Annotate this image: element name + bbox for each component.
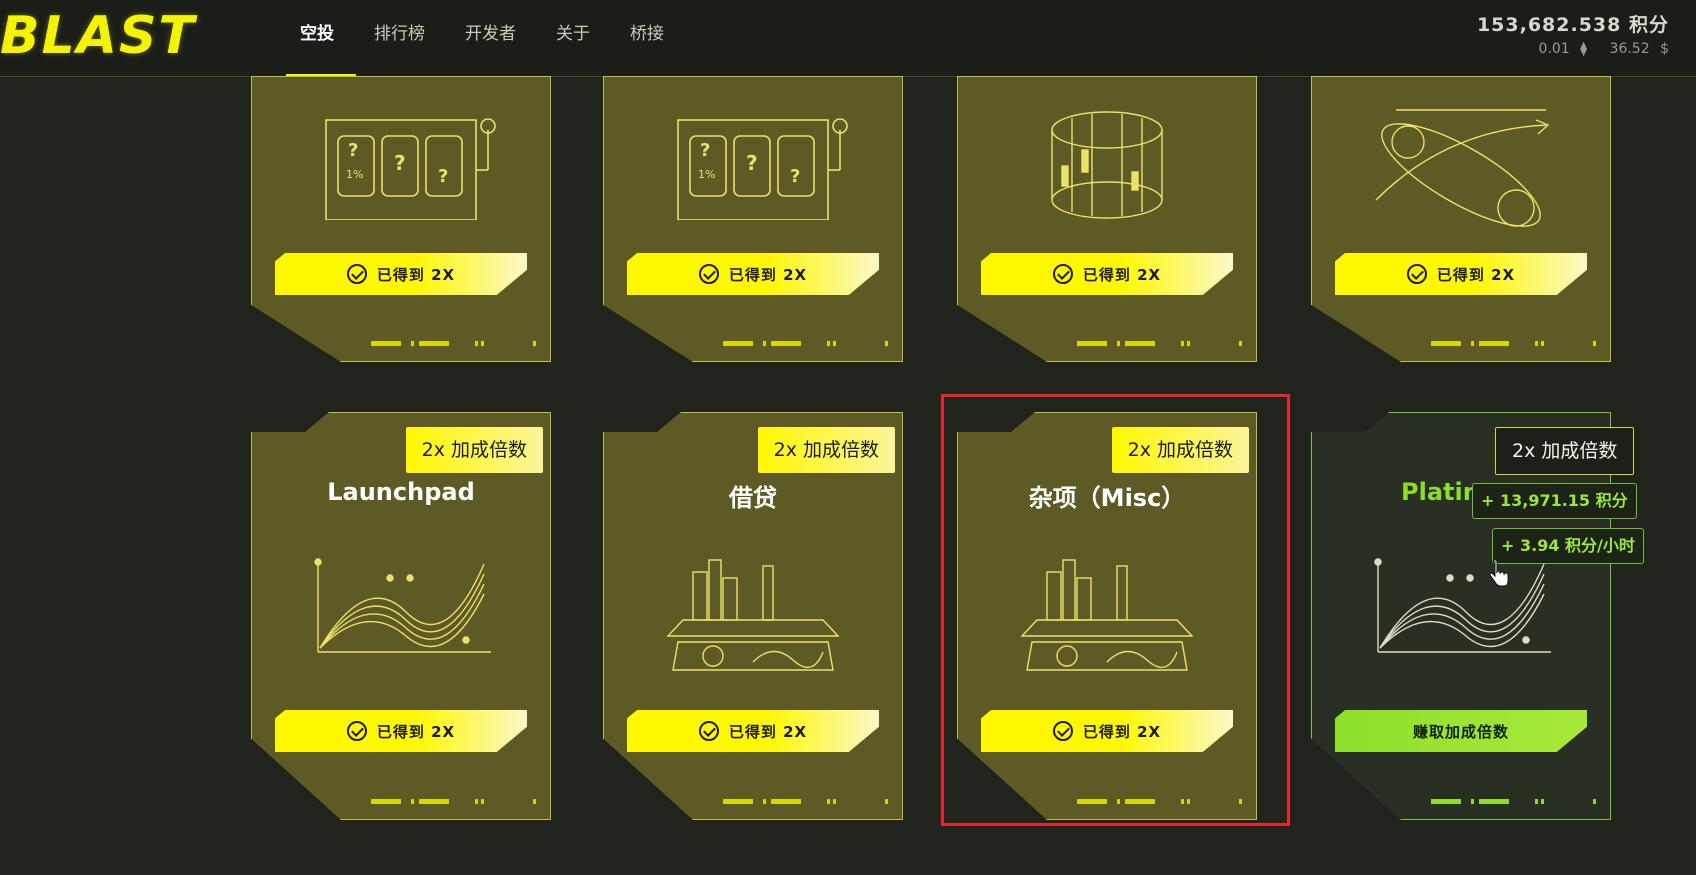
earn-multiplier-button[interactable]: 赚取加成倍数	[1335, 710, 1587, 752]
slot-machine-icon: ? 1% ? ?	[677, 118, 848, 220]
nav-active-indicator	[286, 74, 356, 76]
status-pill[interactable]: 已得到 2X	[275, 710, 527, 752]
dollar-icon: $	[1660, 41, 1669, 57]
card-trading[interactable]: 已得到 2X	[957, 76, 1257, 362]
check-icon	[1052, 264, 1073, 284]
progress-dashes	[1077, 341, 1247, 346]
card-title: 借贷	[729, 484, 777, 512]
status-label: 已得到 2X	[376, 722, 456, 741]
eth-icon: ⧫	[1580, 41, 1588, 57]
status-label: 已得到 2X	[728, 722, 808, 741]
line-graph-icon	[1374, 558, 1551, 653]
svg-text:?: ?	[394, 151, 406, 175]
points-rate-tooltip: + 3.94 积分/小时	[1492, 528, 1644, 564]
check-icon	[1406, 264, 1427, 284]
points-earned-tooltip: + 13,971.15 积分	[1472, 483, 1637, 519]
card-slot-machine-1[interactable]: ? 1% ? ? 已得到 2X	[251, 76, 551, 362]
status-label: 已得到 2X	[728, 265, 808, 284]
line-graph-icon	[314, 558, 491, 653]
progress-dashes	[1431, 341, 1601, 346]
multiplier-badge: 2x 加成倍数	[1495, 427, 1635, 475]
balance-row: 0.01 ⧫ 36.52 $	[1477, 41, 1669, 57]
blast-logo[interactable]: BLAST	[0, 4, 260, 68]
nav-leaderboard[interactable]: 排行榜	[374, 20, 425, 50]
card-slot-machine-2[interactable]: ? 1% ? ? 已得到 2X	[603, 76, 903, 362]
eth-amount: 0.01	[1538, 41, 1570, 57]
nav-about[interactable]: 关于	[556, 20, 590, 50]
candlestick-cylinder-icon	[1051, 111, 1163, 219]
main-nav: 空投 排行榜 开发者 关于 桥接	[300, 20, 704, 50]
svg-text:1%: 1%	[346, 168, 363, 181]
multiplier-badge: 2x 加成倍数	[757, 427, 895, 473]
card-lending[interactable]: 2x 加成倍数 借贷 已得到 2X	[603, 412, 903, 820]
svg-text:?: ?	[746, 151, 758, 175]
card-title: Launchpad	[327, 478, 475, 506]
status-label: 已得到 2X	[1436, 265, 1516, 284]
nav-developers[interactable]: 开发者	[465, 20, 516, 50]
progress-dashes	[371, 799, 541, 804]
status-label: 已得到 2X	[376, 265, 456, 284]
points-total: 153,682.538 积分	[1476, 14, 1669, 36]
nav-bridge[interactable]: 桥接	[630, 20, 664, 50]
status-pill[interactable]: 已得到 2X	[275, 253, 527, 295]
city-dashboard-icon	[666, 559, 840, 671]
check-icon	[698, 721, 719, 741]
check-icon	[698, 264, 719, 284]
svg-text:1%: 1%	[698, 168, 715, 181]
progress-dashes	[1431, 799, 1601, 804]
card-launchpad[interactable]: 2x 加成倍数 Launchpad 已得到 2X	[251, 412, 551, 820]
card-orbit[interactable]: 已得到 2X	[1311, 76, 1611, 362]
progress-dashes	[723, 341, 893, 346]
usd-amount: 36.52	[1609, 41, 1650, 57]
top-bar: BLAST 空投 排行榜 开发者 关于 桥接 153,682.538 积分 0.…	[0, 0, 1696, 77]
slot-machine-icon: ? 1% ? ?	[325, 118, 496, 220]
check-icon	[346, 721, 367, 741]
highlight-box	[941, 394, 1290, 826]
status-label: 已得到 2X	[1082, 265, 1162, 284]
progress-dashes	[371, 341, 541, 346]
nav-airdrop[interactable]: 空投	[300, 20, 334, 50]
check-icon	[346, 264, 367, 284]
status-pill[interactable]: 已得到 2X	[627, 710, 879, 752]
svg-text:?: ?	[438, 166, 448, 187]
progress-dashes	[723, 799, 893, 804]
points-summary[interactable]: 153,682.538 积分 0.01 ⧫ 36.52 $	[1477, 10, 1669, 57]
button-label: 赚取加成倍数	[1412, 722, 1509, 741]
status-pill[interactable]: 已得到 2X	[981, 253, 1233, 295]
svg-text:?: ?	[700, 140, 710, 161]
multiplier-badge: 2x 加成倍数	[405, 427, 543, 473]
orbit-planets-icon	[1375, 109, 1550, 227]
svg-text:?: ?	[790, 166, 800, 187]
svg-text:?: ?	[348, 140, 358, 161]
status-pill[interactable]: 已得到 2X	[1335, 253, 1587, 295]
status-pill[interactable]: 已得到 2X	[627, 253, 879, 295]
hand-cursor-icon	[1489, 560, 1509, 587]
